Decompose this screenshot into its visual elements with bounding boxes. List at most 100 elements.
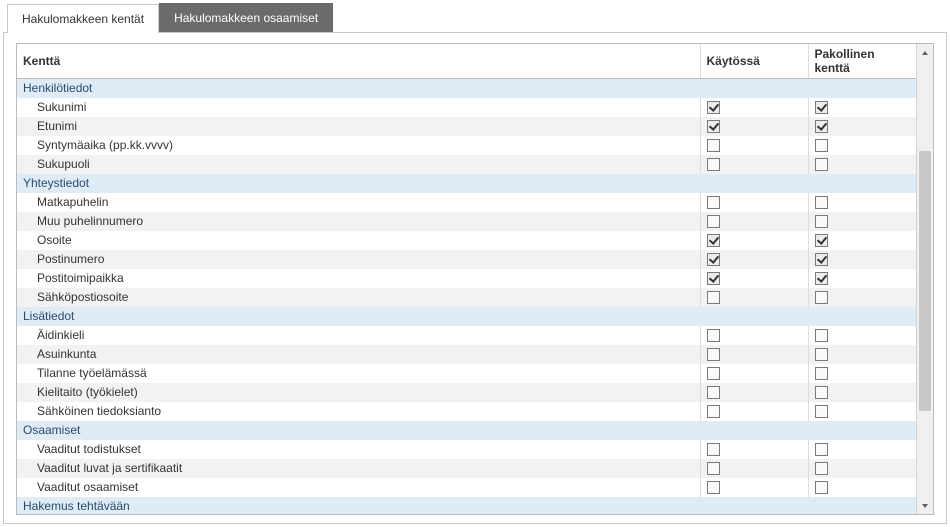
in-use-checkbox[interactable]	[707, 215, 720, 228]
group-header: Hakemus tehtävään	[17, 497, 916, 515]
in-use-cell	[700, 383, 808, 402]
table-row: Vaaditut todistukset	[17, 440, 916, 459]
scrollbar-thumb[interactable]	[919, 151, 931, 411]
field-label: Etunimi	[17, 117, 700, 136]
field-label: Äidinkieli	[17, 326, 700, 345]
required-cell	[808, 288, 916, 307]
required-checkbox[interactable]	[815, 253, 828, 266]
required-cell	[808, 212, 916, 231]
required-checkbox[interactable]	[815, 329, 828, 342]
scroll-up-button[interactable]	[917, 44, 934, 61]
required-checkbox[interactable]	[815, 386, 828, 399]
required-cell	[808, 364, 916, 383]
table-row: Matkapuhelin	[17, 193, 916, 212]
field-label: Syntymäaika (pp.kk.vvvv)	[17, 136, 700, 155]
table-row: Sähköinen tiedoksianto	[17, 402, 916, 421]
required-checkbox[interactable]	[815, 158, 828, 171]
table-row: Osoite	[17, 231, 916, 250]
in-use-checkbox[interactable]	[707, 272, 720, 285]
in-use-cell	[700, 117, 808, 136]
required-cell	[808, 440, 916, 459]
required-cell	[808, 345, 916, 364]
in-use-checkbox[interactable]	[707, 348, 720, 361]
required-checkbox[interactable]	[815, 405, 828, 418]
in-use-cell	[700, 345, 808, 364]
field-label: Matkapuhelin	[17, 193, 700, 212]
in-use-checkbox[interactable]	[707, 405, 720, 418]
required-checkbox[interactable]	[815, 291, 828, 304]
required-checkbox[interactable]	[815, 120, 828, 133]
in-use-checkbox[interactable]	[707, 234, 720, 247]
in-use-checkbox[interactable]	[707, 139, 720, 152]
in-use-cell	[700, 326, 808, 345]
in-use-cell	[700, 269, 808, 288]
field-label: Muu puhelinnumero	[17, 212, 700, 231]
tab-form-fields[interactable]: Hakulomakkeen kentät	[7, 4, 159, 33]
table-row: Muu puhelinnumero	[17, 212, 916, 231]
in-use-checkbox[interactable]	[707, 462, 720, 475]
required-checkbox[interactable]	[815, 272, 828, 285]
col-header-required[interactable]: Pakollinen kenttä	[808, 44, 916, 79]
required-checkbox[interactable]	[815, 101, 828, 114]
in-use-checkbox[interactable]	[707, 196, 720, 209]
col-header-in-use[interactable]: Käytössä	[700, 44, 808, 79]
in-use-checkbox[interactable]	[707, 120, 720, 133]
fields-table-scroll: Kenttä Käytössä Pakollinen kenttä Henkil…	[17, 44, 916, 514]
required-checkbox[interactable]	[815, 443, 828, 456]
group-label: Yhteystiedot	[17, 174, 916, 193]
required-checkbox[interactable]	[815, 234, 828, 247]
in-use-cell	[700, 459, 808, 478]
in-use-cell	[700, 288, 808, 307]
required-checkbox[interactable]	[815, 139, 828, 152]
required-checkbox[interactable]	[815, 367, 828, 380]
group-header: Yhteystiedot	[17, 174, 916, 193]
group-header: Osaamiset	[17, 421, 916, 440]
in-use-checkbox[interactable]	[707, 291, 720, 304]
fields-table-container: Kenttä Käytössä Pakollinen kenttä Henkil…	[16, 43, 934, 515]
scroll-down-button[interactable]	[917, 497, 934, 514]
table-row: Vaaditut luvat ja sertifikaatit	[17, 459, 916, 478]
in-use-checkbox[interactable]	[707, 253, 720, 266]
table-row: Vaaditut osaamiset	[17, 478, 916, 497]
group-header: Lisätiedot	[17, 307, 916, 326]
required-checkbox[interactable]	[815, 348, 828, 361]
col-header-field[interactable]: Kenttä	[17, 44, 700, 79]
required-cell	[808, 136, 916, 155]
vertical-scrollbar[interactable]	[916, 44, 933, 514]
in-use-cell	[700, 440, 808, 459]
tab-form-skills[interactable]: Hakulomakkeen osaamiset	[159, 3, 333, 32]
table-row: Kielitaito (työkielet)	[17, 383, 916, 402]
required-cell	[808, 478, 916, 497]
field-label: Vaaditut luvat ja sertifikaatit	[17, 459, 700, 478]
fields-panel: Kenttä Käytössä Pakollinen kenttä Henkil…	[3, 32, 947, 524]
field-label: Vaaditut osaamiset	[17, 478, 700, 497]
field-label: Sähköinen tiedoksianto	[17, 402, 700, 421]
field-label: Kielitaito (työkielet)	[17, 383, 700, 402]
required-cell	[808, 326, 916, 345]
required-checkbox[interactable]	[815, 215, 828, 228]
scrollbar-track[interactable]	[917, 61, 933, 497]
in-use-checkbox[interactable]	[707, 329, 720, 342]
required-checkbox[interactable]	[815, 196, 828, 209]
group-label: Lisätiedot	[17, 307, 916, 326]
required-cell	[808, 459, 916, 478]
field-label: Sukunimi	[17, 98, 700, 117]
field-label: Asuinkunta	[17, 345, 700, 364]
table-row: Sähköpostiosoite	[17, 288, 916, 307]
in-use-checkbox[interactable]	[707, 158, 720, 171]
required-checkbox[interactable]	[815, 462, 828, 475]
required-checkbox[interactable]	[815, 481, 828, 494]
field-label: Sähköpostiosoite	[17, 288, 700, 307]
table-row: Postitoimipaikka	[17, 269, 916, 288]
required-cell	[808, 250, 916, 269]
field-label: Tilanne työelämässä	[17, 364, 700, 383]
group-header: Henkilötiedot	[17, 79, 916, 98]
in-use-checkbox[interactable]	[707, 443, 720, 456]
group-label: Hakemus tehtävään	[17, 497, 916, 515]
in-use-checkbox[interactable]	[707, 481, 720, 494]
in-use-checkbox[interactable]	[707, 386, 720, 399]
in-use-cell	[700, 98, 808, 117]
in-use-checkbox[interactable]	[707, 101, 720, 114]
in-use-checkbox[interactable]	[707, 367, 720, 380]
fields-table: Kenttä Käytössä Pakollinen kenttä Henkil…	[17, 44, 916, 514]
